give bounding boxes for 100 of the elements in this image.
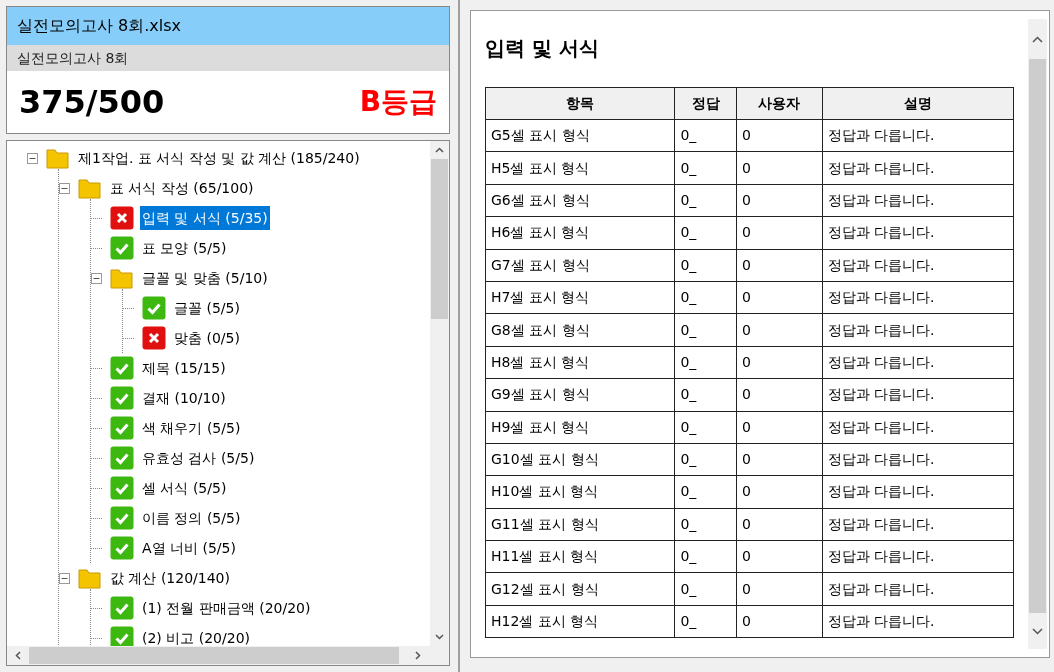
table-cell: 0 [736,540,823,573]
table-cell: 0_ [674,119,737,152]
folder-icon [78,567,102,589]
table-cell: H8셀 표시 형식 [485,346,675,379]
table-cell: 0_ [674,216,737,250]
table-cell: H7셀 표시 형식 [485,281,675,314]
table-cell: 0_ [674,475,737,509]
tree-item[interactable]: 결재 (10/10) [140,386,228,410]
table-cell: H9셀 표시 형식 [485,411,675,444]
collapse-toggle[interactable] [59,572,70,584]
table-cell: H5셀 표시 형식 [485,151,675,185]
table-cell: 정답과 다릅니다. [822,249,1014,282]
table-cell: 0_ [674,605,737,638]
column-header: 항목 [485,87,675,120]
table-cell: 정답과 다릅니다. [822,346,1014,379]
check-icon [142,296,166,320]
tree-item[interactable]: 셀 서식 (5/5) [140,476,229,500]
table-cell: 0 [736,411,823,444]
table-cell: 0_ [674,540,737,573]
tree-item[interactable]: 색 채우기 (5/5) [140,416,243,440]
check-icon [110,536,134,560]
folder-icon [78,177,102,199]
table-cell: 0_ [674,184,737,217]
table-cell: 정답과 다릅니다. [822,443,1014,476]
table-cell: 정답과 다릅니다. [822,475,1014,509]
check-icon [110,386,134,410]
table-cell: 0_ [674,411,737,444]
table-cell: 0_ [674,346,737,379]
table-cell: 정답과 다릅니다. [822,378,1014,411]
table-cell: 0_ [674,443,737,476]
table-cell: 0 [736,151,823,185]
folder-icon [110,267,134,289]
table-cell: 0_ [674,572,737,606]
table-cell: 0 [736,313,823,347]
table-cell: 0_ [674,249,737,282]
detail-title: 입력 및 서식 [485,35,600,62]
score-text: 375/500 [19,82,165,123]
table-cell: G10셀 표시 형식 [485,443,675,476]
column-header: 사용자 [736,87,823,120]
table-cell: 0 [736,508,823,541]
table-cell: 정답과 다릅니다. [822,119,1014,152]
tree-item[interactable]: 입력 및 서식 (5/35) [140,206,270,230]
table-cell: 정답과 다릅니다. [822,572,1014,606]
check-icon [110,626,134,646]
tree-item[interactable]: 제목 (15/15) [140,356,228,380]
collapse-toggle[interactable] [91,272,102,284]
table-cell: 0_ [674,313,737,347]
tree-item[interactable]: 값 계산 (120/140) [108,566,232,590]
tree-item[interactable]: (1) 전월 판매금액 (20/20) [140,596,313,620]
table-cell: 정답과 다릅니다. [822,281,1014,314]
table-cell: G6셀 표시 형식 [485,184,675,217]
check-icon [110,506,134,530]
table-cell: 정답과 다릅니다. [822,151,1014,185]
table-cell: 0 [736,281,823,314]
table-cell: 0_ [674,151,737,185]
table-cell: 0 [736,184,823,217]
vertical-scrollbar[interactable] [1028,19,1047,649]
table-cell: G7셀 표시 형식 [485,249,675,282]
table-cell: 0 [736,443,823,476]
check-icon [110,446,134,470]
table-cell: 0 [736,119,823,152]
column-header: 설명 [822,87,1014,120]
scroll-thumb[interactable] [1029,59,1046,613]
check-icon [110,596,134,620]
tree-item[interactable]: (2) 비고 (20/20) [140,626,252,646]
horizontal-scrollbar[interactable] [7,646,449,665]
table-cell: 정답과 다릅니다. [822,508,1014,541]
table-cell: 정답과 다릅니다. [822,216,1014,250]
column-header: 정답 [674,87,737,120]
tree-item[interactable]: 유효성 검사 (5/5) [140,446,257,470]
tree-item[interactable]: 제1작업. 표 서식 작성 및 값 계산 (185/240) [76,146,362,170]
table-cell: 정답과 다릅니다. [822,605,1014,638]
table-cell: H10셀 표시 형식 [485,475,675,509]
tree-item[interactable]: 맞춤 (0/5) [172,326,242,350]
table-cell: 0_ [674,508,737,541]
tree-item[interactable]: 표 서식 작성 (65/100) [108,176,256,200]
scroll-thumb[interactable] [29,647,399,664]
collapse-toggle[interactable] [27,152,38,164]
table-cell: H11셀 표시 형식 [485,540,675,573]
grade-text: B등급 [359,84,437,120]
tree-item[interactable]: A열 너비 (5/5) [140,536,238,560]
tree-item[interactable]: 글꼴 (5/5) [172,296,242,320]
table-cell: H12셀 표시 형식 [485,605,675,638]
tree-item[interactable]: 표 모양 (5/5) [140,236,229,260]
table-cell: 0 [736,605,823,638]
table-cell: G8셀 표시 형식 [485,313,675,347]
table-cell: 0 [736,216,823,250]
tree-item[interactable]: 이름 정의 (5/5) [140,506,243,530]
check-icon [110,416,134,440]
table-cell: 0 [736,249,823,282]
vertical-scrollbar[interactable] [430,141,449,646]
cross-icon [142,326,166,350]
scroll-thumb[interactable] [431,159,448,319]
table-cell: 0 [736,346,823,379]
check-icon [110,476,134,500]
collapse-toggle[interactable] [59,182,70,194]
table-cell: 0 [736,572,823,606]
tree-item[interactable]: 글꼴 및 맞춤 (5/10) [140,266,270,290]
table-cell: G12셀 표시 형식 [485,572,675,606]
table-cell: G9셀 표시 형식 [485,378,675,411]
